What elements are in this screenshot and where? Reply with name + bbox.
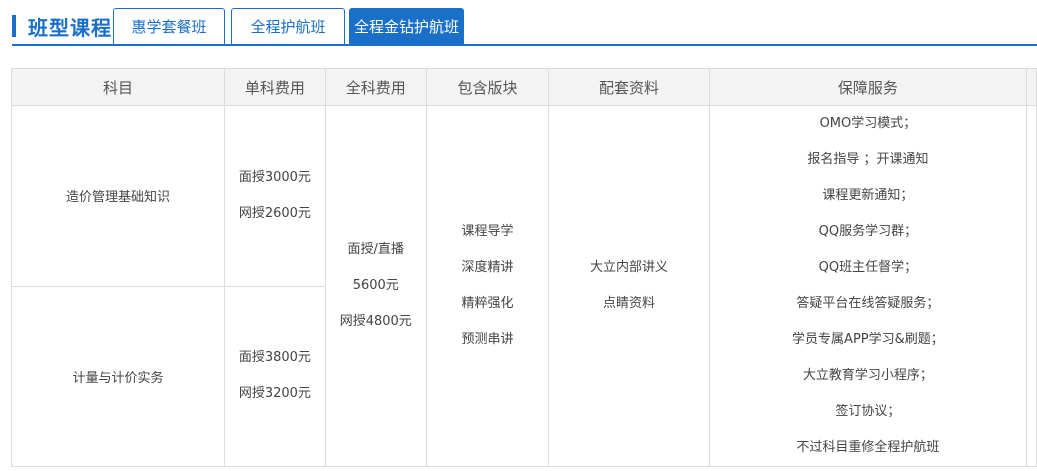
section-title: 班型课程 [12, 14, 112, 40]
service-item: QQ班主任督学； [818, 260, 918, 275]
tab-discount-package[interactable]: 惠学套餐班 [113, 8, 225, 44]
subject-cell: 计量与计价实务 [11, 285, 225, 467]
single-fee-cell: 面授3800元 网授3200元 [223, 285, 326, 467]
total-fee-online: 网授4800元 [339, 314, 412, 329]
table-row: 造价管理基础知识 面授3000元 网授2600元 面授/直播 5600元 网授4… [11, 105, 1037, 467]
total-fee-face-to-face: 5600元 [352, 278, 399, 293]
page-title: 班型课程 [28, 15, 112, 40]
service-item: 答疑平台在线答疑服务； [796, 296, 940, 311]
column-header-services: 保障服务 [708, 68, 1027, 106]
module-item: 精粹强化 [461, 296, 514, 311]
table-header-row: 科目 单科费用 全科费用 包含版块 配套资料 保障服务 [11, 68, 1037, 106]
service-item: 签订协议； [835, 404, 901, 419]
course-table: 科目 单科费用 全科费用 包含版块 配套资料 保障服务 造价管理基础知识 面授3… [11, 68, 1037, 467]
fee-online: 网授2600元 [238, 205, 311, 221]
column-header-single-fee: 单科费用 [223, 68, 326, 106]
total-fee-cell: 面授/直播 5600元 网授4800元 [324, 105, 427, 467]
subject-cell: 造价管理基础知识 [11, 105, 225, 287]
module-item: 深度精讲 [461, 260, 514, 275]
material-item: 大立内部讲义 [590, 260, 669, 275]
total-fee-mode: 面授/直播 [347, 242, 404, 257]
module-item: 课程导学 [461, 224, 514, 239]
title-accent-bar [12, 15, 16, 37]
modules-cell: 课程导学 深度精讲 精粹强化 预测串讲 [425, 105, 550, 467]
fee-online: 网授3200元 [238, 386, 311, 402]
module-item: 预测串讲 [461, 332, 514, 347]
tab-gold-diamond-escort[interactable]: 全程金钻护航班 [349, 8, 464, 44]
extra-cell [1025, 105, 1037, 467]
service-item: QQ服务学习群； [818, 224, 918, 239]
service-item: 大立教育学习小程序； [802, 368, 933, 383]
column-header-extra [1025, 68, 1037, 106]
tab-full-escort[interactable]: 全程护航班 [231, 8, 345, 44]
services-cell: OMO学习模式； 报名指导 ；开课通知 课程更新通知； QQ服务学习群； QQ班… [708, 105, 1027, 467]
fee-face-to-face: 面授3800元 [238, 350, 311, 366]
column-header-subject: 科目 [11, 68, 225, 106]
service-item: 不过科目重修全程护航班 [796, 440, 940, 455]
fee-face-to-face: 面授3000元 [238, 169, 311, 185]
column-header-materials: 配套资料 [548, 68, 710, 106]
service-item: 报名指导 ；开课通知 [807, 152, 929, 167]
course-header: 班型课程 惠学套餐班 全程护航班 全程金钻护航班 [0, 0, 1037, 48]
column-header-total-fee: 全科费用 [324, 68, 427, 106]
service-item: 学员专属APP学习&刷题； [792, 332, 944, 347]
material-item: 点睛资料 [603, 296, 656, 311]
column-header-modules: 包含版块 [425, 68, 550, 106]
header-divider [12, 44, 1037, 46]
single-fee-cell: 面授3000元 网授2600元 [223, 105, 326, 287]
service-item: OMO学习模式； [819, 116, 917, 131]
service-item: 课程更新通知； [822, 188, 914, 203]
materials-cell: 大立内部讲义 点睛资料 [548, 105, 710, 467]
